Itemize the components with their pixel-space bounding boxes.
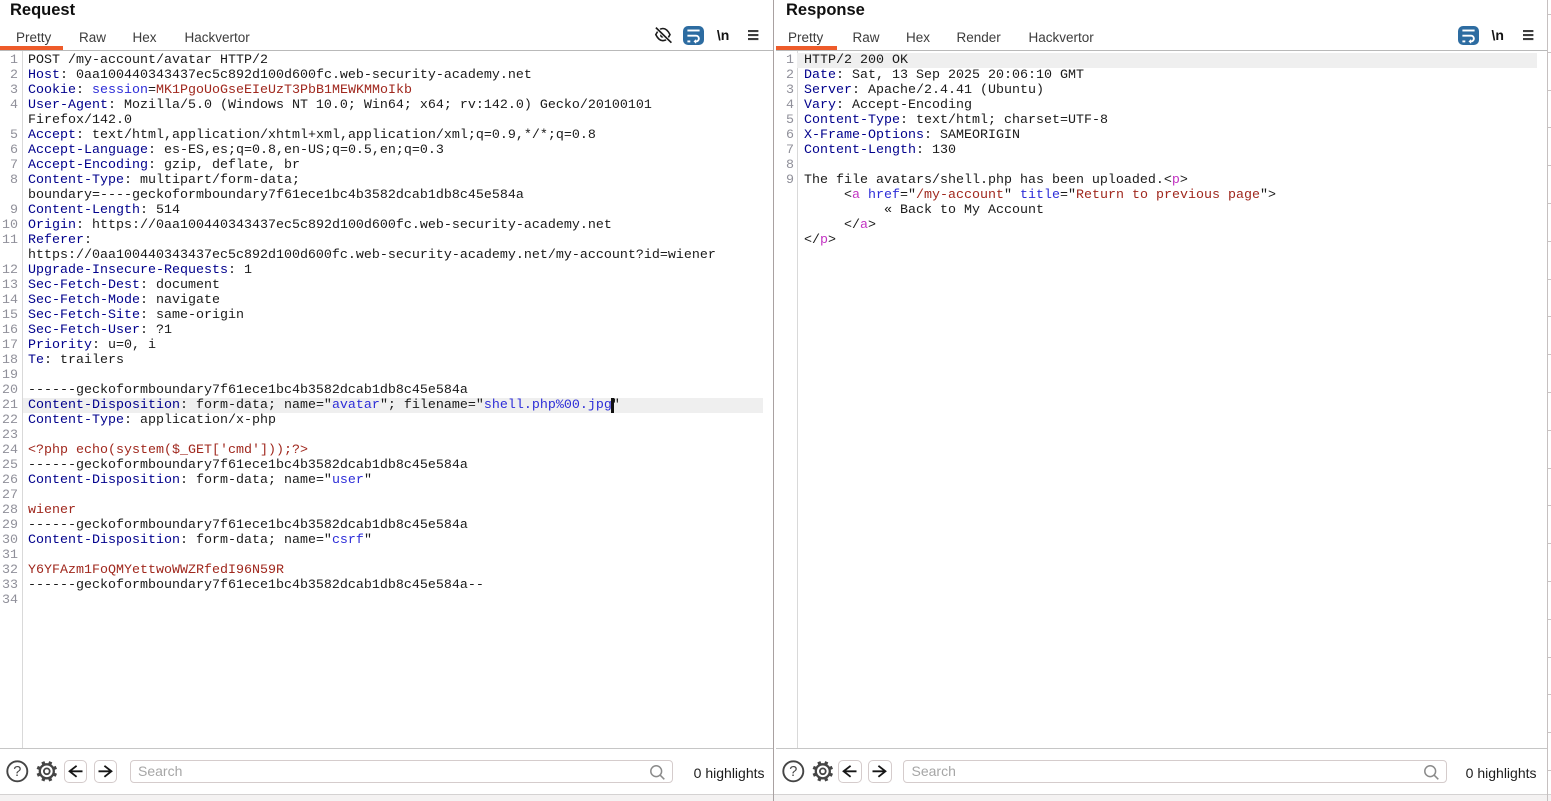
svg-text:?: ?	[789, 764, 797, 780]
svg-text:?: ?	[13, 764, 21, 780]
